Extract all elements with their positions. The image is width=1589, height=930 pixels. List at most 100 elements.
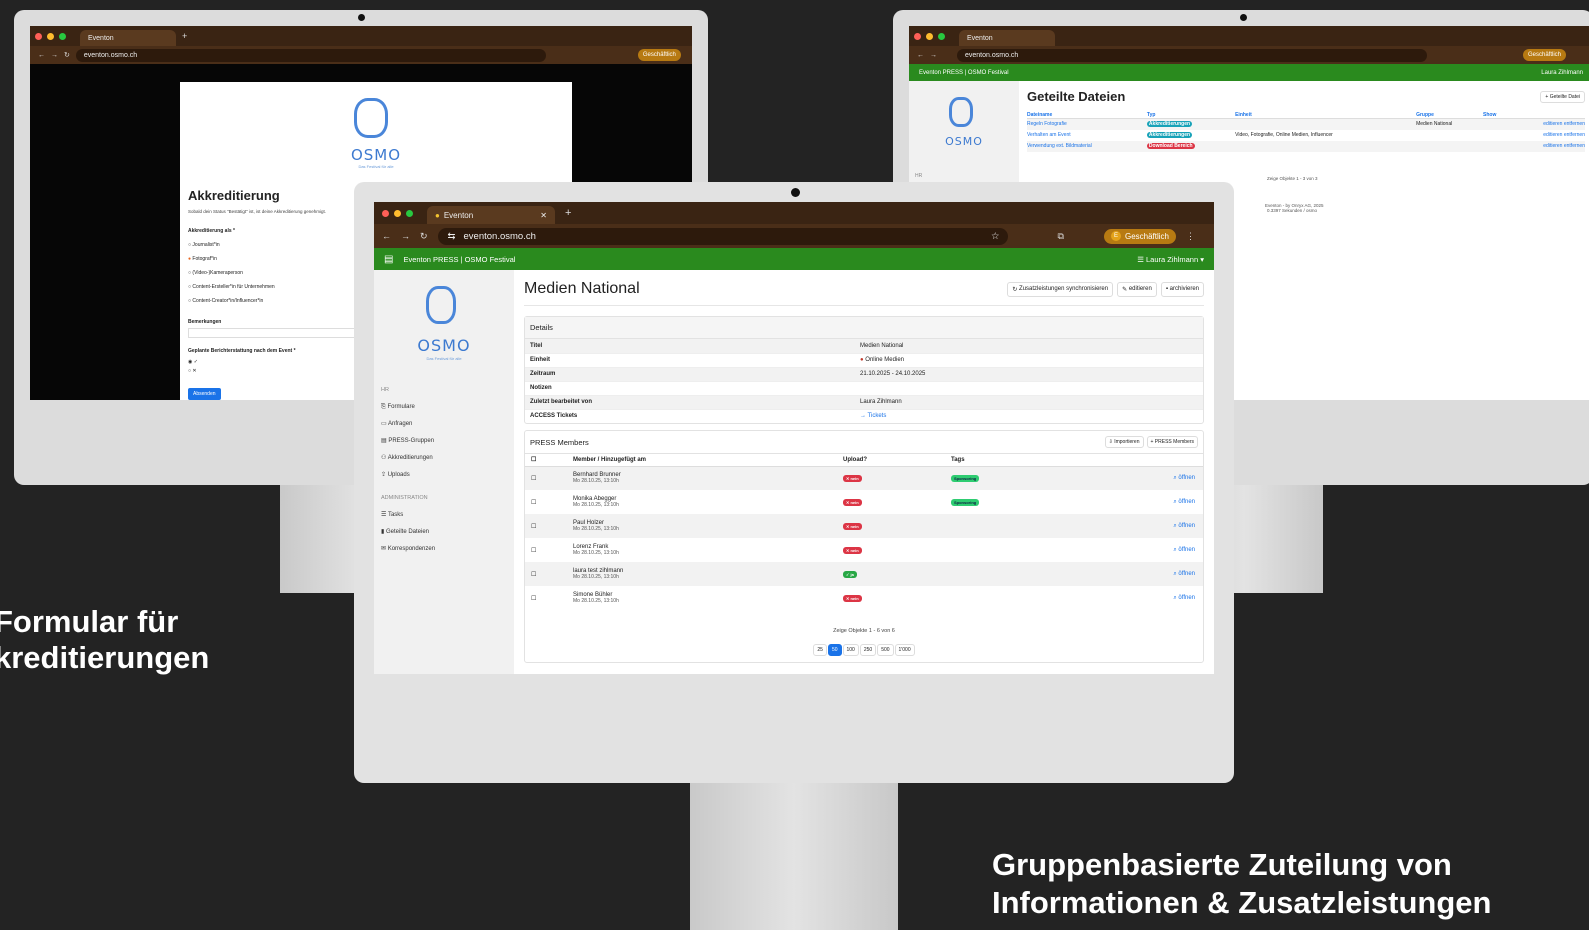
close-tab-icon[interactable]: ✕: [540, 211, 547, 220]
edit-link[interactable]: editieren: [1543, 132, 1562, 138]
edit-link[interactable]: editieren: [1543, 143, 1562, 149]
sidebar-item-anfragen[interactable]: ▭ Anfragen: [381, 416, 435, 433]
profile-badge[interactable]: E Geschäftlich: [1103, 228, 1177, 244]
radio-yes[interactable]: ◉ ✓: [188, 358, 198, 367]
col-member[interactable]: Member / Hinzugefügt am: [573, 454, 843, 466]
sidebar-item-tasks[interactable]: ☰ Tasks: [381, 507, 435, 524]
back-arrow-icon[interactable]: ←: [38, 52, 45, 59]
browser-tab[interactable]: Eventon: [80, 30, 176, 46]
radio-option[interactable]: ○ (Video-)Kameraperson: [188, 266, 275, 280]
page-size-option[interactable]: 500: [877, 644, 894, 656]
sidebar-item-press-gruppen[interactable]: ▤ PRESS-Gruppen: [381, 433, 435, 450]
close-dot[interactable]: [382, 209, 389, 217]
submit-button[interactable]: Absenden: [188, 388, 221, 400]
radio-option[interactable]: ○ Content-Ersteller*in für Unternehmen: [188, 280, 275, 294]
edit-button[interactable]: ✎ editieren: [1117, 281, 1157, 297]
close-dot[interactable]: [914, 32, 921, 40]
add-file-button[interactable]: + Geteilte Datei: [1540, 90, 1585, 103]
sidebar-item-korrespondenzen[interactable]: ✉ Korrespondenzen: [381, 541, 435, 558]
radio-option[interactable]: ● Fotograf*in: [188, 252, 275, 266]
reload-icon[interactable]: ↻: [420, 231, 428, 242]
sync-button[interactable]: ↻ Zusatzleistungen synchronisieren: [1007, 281, 1114, 297]
back-arrow-icon[interactable]: ←: [382, 231, 391, 241]
tickets-link[interactable]: → Tickets: [860, 409, 1203, 423]
profile-label: Geschäftlich: [642, 52, 676, 58]
new-tab-button[interactable]: +: [182, 31, 187, 41]
sidebar-item-akkreditierungen[interactable]: ⚇ Akkreditierungen: [381, 450, 435, 467]
address-bar[interactable]: eventon.osmo.ch: [957, 48, 1427, 62]
search-icon: ⌕: [1173, 522, 1177, 529]
page-size-option[interactable]: 250: [859, 644, 877, 656]
edit-link[interactable]: editieren: [1543, 121, 1562, 127]
remove-link[interactable]: entfernen: [1564, 132, 1585, 138]
tab-title: Eventon: [967, 34, 993, 42]
import-button[interactable]: ⇩ Importieren: [1104, 436, 1144, 448]
col-tags[interactable]: Tags: [951, 454, 1074, 466]
minimize-dot[interactable]: [47, 32, 54, 40]
open-link[interactable]: ⌕ öffnen: [1074, 490, 1203, 514]
profile-badge[interactable]: Geschäftlich: [637, 49, 681, 61]
right-caption-line: Informationen & Zusatzleistungen: [992, 885, 1492, 920]
remove-link[interactable]: entfernen: [1564, 121, 1585, 127]
details-card: Details Titel Medien National Einheit ● On…: [524, 316, 1204, 424]
page-size-option[interactable]: 100: [842, 644, 859, 656]
open-link[interactable]: ⌕ öffnen: [1074, 586, 1203, 610]
minimize-dot[interactable]: [394, 209, 401, 217]
address-bar[interactable]: eventon.osmo.ch: [75, 48, 546, 62]
forward-arrow-icon[interactable]: →: [401, 231, 410, 241]
radio-no[interactable]: ○ ✕: [188, 367, 198, 376]
row-checkbox[interactable]: ☐: [525, 514, 573, 538]
forward-arrow-icon[interactable]: →: [51, 52, 58, 59]
sidebar-item-geteilte-dateien[interactable]: ▮ Geteilte Dateien: [381, 524, 435, 541]
file-link[interactable]: Verhalten am Event: [1027, 130, 1147, 141]
app-bar: ▤ Eventon PRESS | OSMO Festival ☰ Laura Z…: [374, 248, 1214, 270]
page-size-option[interactable]: 1'000: [894, 644, 915, 656]
row-checkbox[interactable]: ☐: [525, 466, 573, 490]
radio-option[interactable]: ○ Journalist*in: [188, 238, 275, 252]
close-dot[interactable]: [35, 32, 42, 40]
open-link[interactable]: ⌕ öffnen: [1074, 514, 1203, 538]
sidebar-item-formulare[interactable]: ⎘ Formulare: [381, 399, 435, 416]
maximize-dot[interactable]: [938, 32, 945, 40]
user-menu[interactable]: Laura Zihlmann: [1541, 70, 1583, 76]
open-link[interactable]: ⌕ öffnen: [1074, 538, 1203, 562]
coverage-label: Geplante Berichterstattung nach dem Even…: [188, 348, 296, 354]
table-row: ☐ Monika Abegger Mo 28.10.25, 13:10h ✕ ne…: [525, 490, 1203, 514]
bookmark-star-icon[interactable]: ☆: [991, 231, 1000, 242]
col-upload[interactable]: Upload?: [843, 454, 951, 466]
row-checkbox[interactable]: ☐: [525, 586, 573, 610]
file-link[interactable]: Verwendung ext. Bildmaterial: [1027, 141, 1147, 152]
select-all-checkbox[interactable]: ☐: [525, 454, 573, 466]
add-members-button[interactable]: + PRESS Members: [1146, 436, 1198, 448]
sidebar-item-uploads[interactable]: ⇪ Uploads: [381, 467, 435, 484]
new-tab-button[interactable]: +: [565, 207, 571, 219]
more-menu-icon[interactable]: ⋮: [1186, 231, 1195, 242]
forward-arrow-icon[interactable]: →: [930, 52, 937, 59]
file-link[interactable]: Regeln Fotografie: [1027, 119, 1147, 130]
open-link[interactable]: ⌕ öffnen: [1074, 562, 1203, 586]
profile-badge[interactable]: Geschäftlich: [1523, 49, 1567, 61]
minimize-dot[interactable]: [926, 32, 933, 40]
files-footer-2: 0.3397 Sekunden / osmo: [1267, 207, 1318, 213]
archive-button[interactable]: ▪ archivieren: [1160, 281, 1204, 297]
maximize-dot[interactable]: [59, 32, 66, 40]
extensions-icon[interactable]: ⧉: [1058, 231, 1064, 242]
remove-link[interactable]: entfernen: [1564, 143, 1585, 149]
members-header: PRESS Members: [530, 437, 589, 447]
open-link[interactable]: ⌕ öffnen: [1074, 466, 1203, 490]
radio-option[interactable]: ○ Content-Creator*in/Influencer*in: [188, 294, 275, 308]
user-menu[interactable]: ☰ Laura Zihlmann ▾: [1137, 255, 1204, 264]
back-arrow-icon[interactable]: ←: [917, 52, 924, 59]
row-checkbox[interactable]: ☐: [525, 538, 573, 562]
address-bar[interactable]: ⇆ eventon.osmo.ch ☆: [437, 227, 1008, 245]
page-size-option-active[interactable]: 50: [827, 644, 842, 656]
maximize-dot[interactable]: [406, 209, 413, 217]
page-size-option[interactable]: 25: [813, 644, 827, 656]
site-info-icon[interactable]: ⇆: [448, 231, 456, 242]
reload-icon[interactable]: ↻: [64, 51, 70, 59]
browser-tab[interactable]: ● Eventon ✕: [427, 206, 555, 224]
row-checkbox[interactable]: ☐: [525, 562, 573, 586]
files-pager-info: Zeige Objekte 1 - 3 von 3: [1267, 175, 1318, 181]
browser-tab[interactable]: Eventon: [959, 30, 1055, 46]
row-checkbox[interactable]: ☐: [525, 490, 573, 514]
